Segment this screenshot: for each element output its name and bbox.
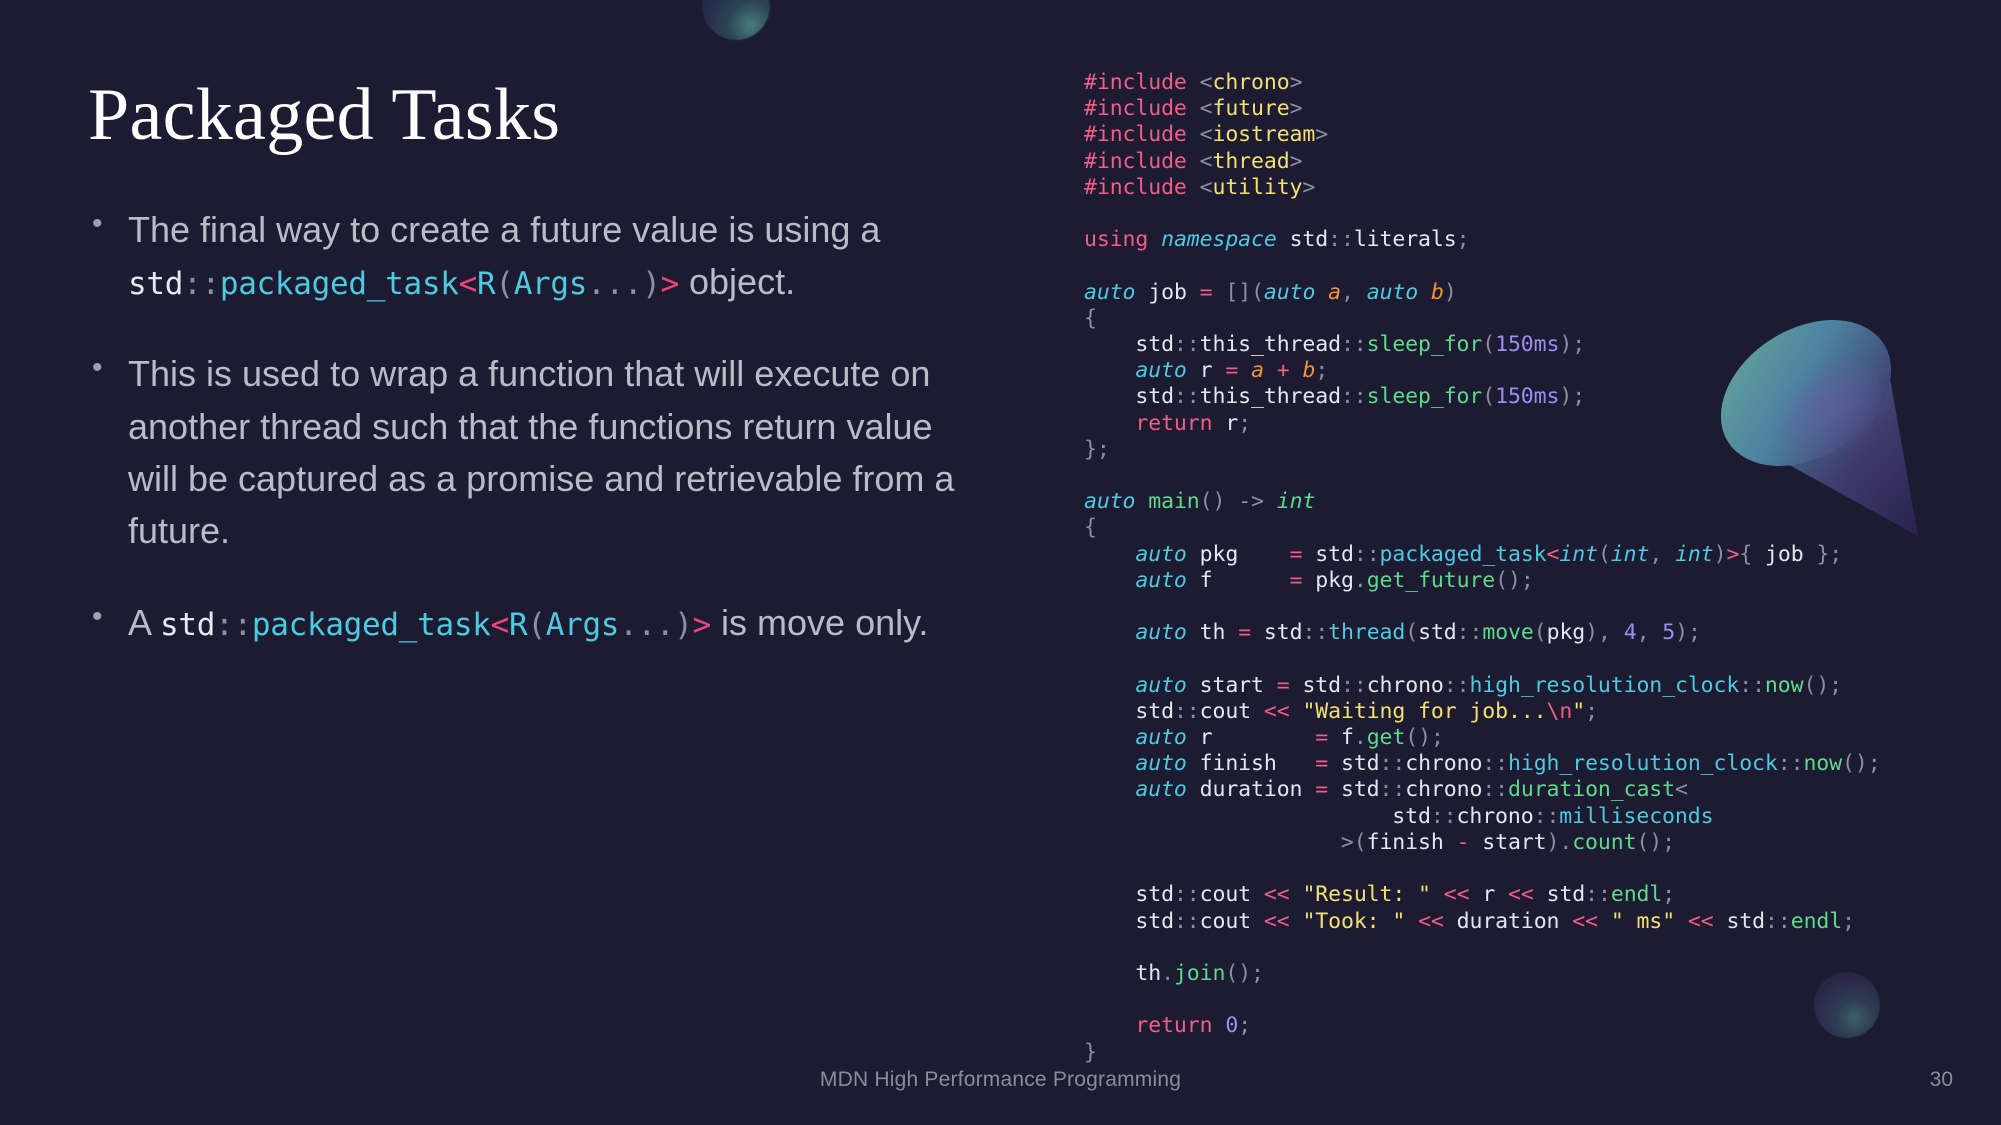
code-block: #include <chrono> #include <future> #inc… — [1084, 70, 1881, 1065]
bullet-3-text-after: is move only. — [711, 602, 929, 644]
bullet-1-text-before: The final way to create a future value i… — [128, 209, 881, 250]
list-item: A std::packaged_task<R(Args...)> is move… — [88, 595, 988, 649]
bullet-1-inline-code: std::packaged_task<R(Args...)> — [128, 266, 679, 303]
list-item: The final way to create a future value i… — [88, 202, 988, 308]
bullet-list: The final way to create a future value i… — [88, 202, 988, 649]
content-column: Packaged Tasks The final way to create a… — [88, 78, 988, 689]
bullet-3-text-before: A — [128, 602, 161, 644]
page-number: 30 — [1929, 1068, 1953, 1091]
page-title: Packaged Tasks — [88, 74, 561, 156]
list-item: This is used to wrap a function that wil… — [88, 346, 988, 557]
code-column: #include <chrono> #include <future> #inc… — [1084, 70, 1964, 1066]
bullet-3-inline-code: std::packaged_task<R(Args...)> — [160, 607, 712, 644]
bullet-1-text-after: object. — [679, 261, 796, 303]
sphere-top-decoration — [702, 0, 770, 40]
slide-footer: MDN High Performance Programming — [819, 1068, 1182, 1091]
slide-root: Packaged Tasks The final way to create a… — [0, 0, 2001, 1125]
bullet-2-text: This is used to wrap a function that wil… — [128, 353, 955, 551]
